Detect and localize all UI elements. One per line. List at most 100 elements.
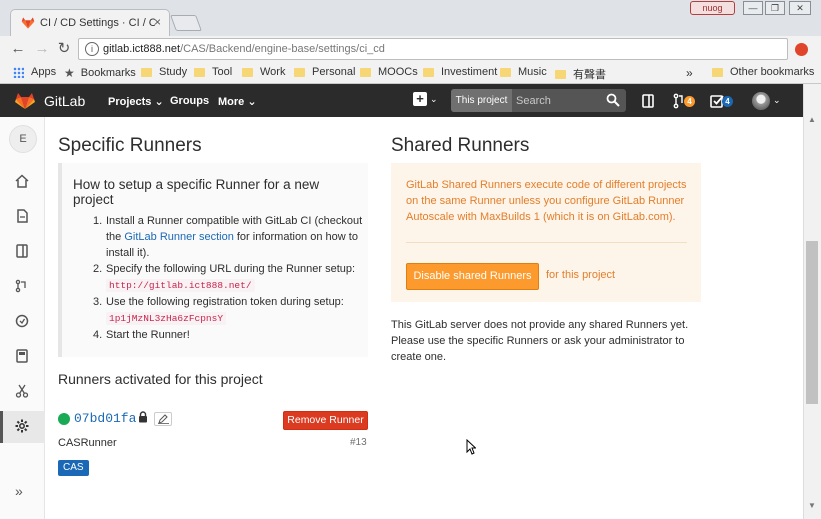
- new-item-plus-icon[interactable]: +: [413, 92, 427, 106]
- nav-groups[interactable]: Groups: [170, 95, 209, 107]
- shared-runners-notice: GitLab Shared Runners execute code of di…: [406, 179, 687, 223]
- bookmark-bookmarks[interactable]: ★ Bookmarks: [64, 66, 136, 80]
- list-item: 2. Specify the following URL during the R…: [93, 263, 356, 292]
- issues-nav-icon[interactable]: [640, 93, 656, 109]
- collapse-sidebar-icon[interactable]: »: [15, 483, 23, 499]
- bookmark-audiobooks[interactable]: 有聲書: [555, 66, 606, 82]
- info-icon[interactable]: i: [85, 42, 99, 56]
- main-content: Specific Runners How to setup a specific…: [45, 117, 803, 519]
- nav-more[interactable]: More ⌄: [218, 95, 257, 108]
- bookmark-moocs[interactable]: MOOCs: [360, 66, 418, 78]
- sidebar-item-wiki[interactable]: [0, 341, 45, 373]
- bookmark-personal[interactable]: Personal: [294, 66, 355, 78]
- chevron-down-icon: ⌄: [247, 96, 257, 108]
- folder-icon: [194, 67, 205, 77]
- runner-status-icon: [58, 413, 70, 425]
- chevron-down-icon: ⌄: [154, 96, 164, 108]
- mouse-cursor-icon: [466, 439, 476, 455]
- runner-docs-link[interactable]: GitLab Runner section: [124, 231, 233, 243]
- runner-row: 07bd01fa Remove Runner: [58, 410, 368, 436]
- bookmark-apps[interactable]: Apps: [13, 66, 56, 78]
- disable-shared-runners-button[interactable]: Disable shared Runners: [406, 263, 539, 290]
- folder-icon: [141, 67, 152, 77]
- sidebar-item-ci-cd[interactable]: [0, 306, 45, 338]
- nav-projects[interactable]: Projects ⌄: [108, 95, 164, 108]
- chevron-down-icon[interactable]: ⌄: [430, 94, 438, 105]
- runner-description: CASRunner: [58, 437, 117, 449]
- gitlab-header: GitLab Projects ⌄ Groups More ⌄ + ⌄ This…: [0, 84, 803, 117]
- remove-runner-button[interactable]: Remove Runner: [283, 411, 368, 430]
- no-shared-runners-text: This GitLab server does not provide any …: [391, 319, 689, 363]
- folder-icon: [712, 67, 723, 77]
- list-item: 3. Use the following registration token d…: [93, 296, 344, 325]
- chrome-user-badge[interactable]: nuog: [690, 1, 735, 15]
- list-item: 1. Install a Runner compatible with GitLa…: [93, 215, 363, 259]
- merge-requests-badge: 4: [684, 96, 695, 107]
- new-tab-button[interactable]: [170, 15, 202, 31]
- setup-title: How to setup a specific Runner for a new…: [73, 177, 320, 207]
- sidebar-item-issues[interactable]: [0, 236, 45, 268]
- search-icon[interactable]: [606, 93, 620, 107]
- extension-icon[interactable]: [795, 43, 808, 56]
- bookmark-work[interactable]: Work: [242, 66, 285, 78]
- close-window-button[interactable]: ✕: [789, 1, 811, 15]
- setup-instructions-box: How to setup a specific Runner for a new…: [58, 163, 368, 357]
- sidebar-item-project[interactable]: [0, 166, 45, 198]
- scroll-up-icon[interactable]: ▲: [808, 115, 816, 124]
- for-project-label: for this project: [546, 269, 616, 281]
- gitlab-brand[interactable]: GitLab: [44, 93, 85, 109]
- user-avatar[interactable]: [752, 92, 770, 110]
- snippets-icon: [15, 384, 29, 398]
- maximize-button[interactable]: ❐: [765, 1, 785, 15]
- list-item: 4. Start the Runner!: [93, 329, 190, 341]
- bookmark-tool[interactable]: Tool: [194, 66, 232, 78]
- reload-icon[interactable]: ↻: [55, 40, 73, 58]
- search-box: This project: [451, 89, 626, 112]
- page-scrollbar[interactable]: ▲ ▼: [803, 84, 821, 519]
- sidebar-item-settings[interactable]: [0, 411, 45, 443]
- gitlab-logo-icon[interactable]: [15, 92, 35, 110]
- project-avatar[interactable]: E: [9, 125, 37, 153]
- wiki-icon: [16, 349, 28, 363]
- scrollbar-thumb[interactable]: [806, 241, 818, 404]
- edit-runner-button[interactable]: [154, 412, 172, 426]
- bookmark-investiment[interactable]: Investiment: [423, 66, 497, 78]
- runner-number: #13: [350, 437, 367, 448]
- browser-tab[interactable]: CI / CD Settings · CI / CD ×: [10, 9, 170, 36]
- apps-grid-icon: [13, 66, 24, 78]
- activated-runners-heading: Runners activated for this project: [58, 371, 263, 387]
- shared-runners-box: GitLab Shared Runners execute code of di…: [391, 163, 701, 302]
- bookmarks-overflow-icon[interactable]: »: [686, 66, 693, 80]
- folder-icon: [500, 67, 511, 77]
- browser-toolbar: ← → ↻ i gitlab.ict888.net/CAS/Backend/en…: [0, 36, 821, 62]
- minimize-button[interactable]: —: [743, 1, 763, 15]
- address-bar[interactable]: i gitlab.ict888.net/CAS/Backend/engine-b…: [78, 38, 788, 60]
- sidebar-item-repository[interactable]: [0, 201, 45, 233]
- bookmark-study[interactable]: Study: [141, 66, 187, 78]
- home-icon: [15, 174, 29, 188]
- folder-icon: [294, 67, 305, 77]
- merge-request-icon: [15, 279, 26, 293]
- coordinator-url: http://gitlab.ict888.net/: [106, 279, 255, 292]
- star-icon: ★: [64, 66, 75, 80]
- project-sidebar: E »: [0, 117, 45, 519]
- settings-icon: [15, 419, 29, 433]
- bookmark-other[interactable]: Other bookmarks: [712, 66, 814, 78]
- search-scope-label[interactable]: This project: [451, 89, 512, 112]
- runner-id-link[interactable]: 07bd01fa: [74, 411, 136, 426]
- specific-runners-heading: Specific Runners: [58, 135, 202, 156]
- sidebar-item-snippets[interactable]: [0, 376, 45, 408]
- sidebar-item-merge-requests[interactable]: [0, 271, 45, 303]
- bookmark-music[interactable]: Music: [500, 66, 547, 78]
- tab-close-icon[interactable]: ×: [154, 15, 161, 29]
- folder-icon: [555, 69, 566, 79]
- shared-runners-heading: Shared Runners: [391, 135, 530, 156]
- search-input[interactable]: [516, 93, 601, 108]
- folder-icon: [423, 67, 434, 77]
- chevron-down-icon[interactable]: ⌄: [773, 95, 781, 106]
- scroll-down-icon[interactable]: ▼: [808, 501, 816, 510]
- browser-titlebar: CI / CD Settings · CI / CD × nuog — ❐ ✕: [0, 0, 821, 36]
- back-icon[interactable]: ←: [9, 40, 27, 58]
- forward-icon[interactable]: →: [33, 40, 51, 58]
- gitlab-favicon-icon: [21, 17, 35, 29]
